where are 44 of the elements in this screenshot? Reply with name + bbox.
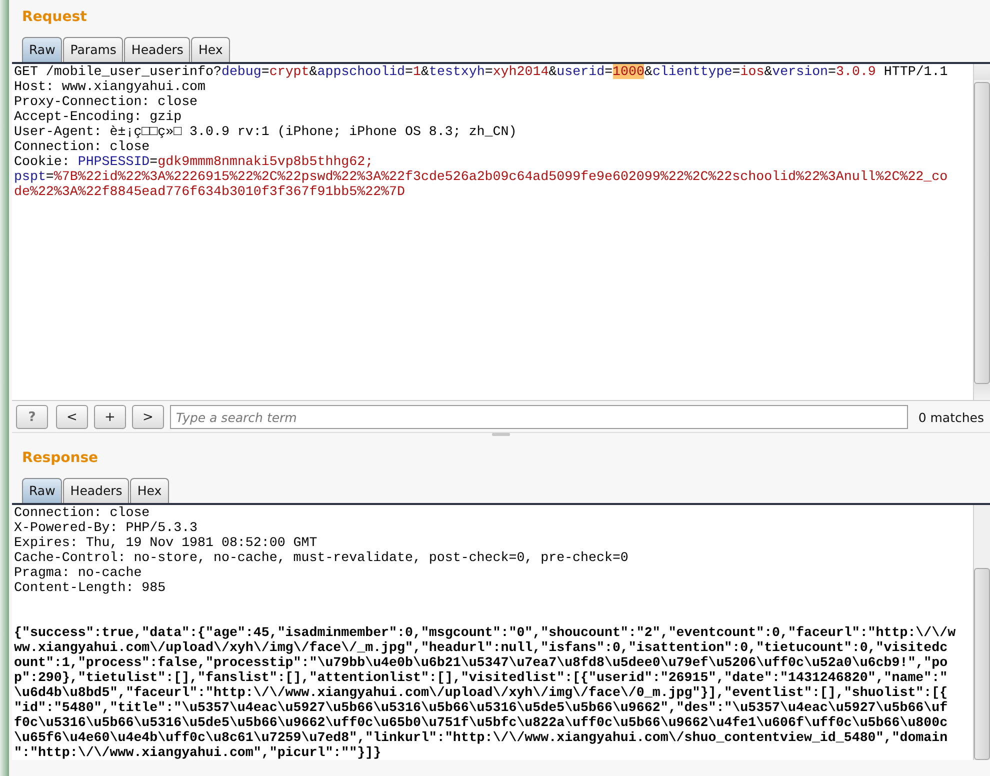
scrollbar[interactable] (973, 505, 990, 760)
response-editor[interactable] (12, 503, 990, 760)
code-line: GET /mobile_user_userinfo?debug=crypt&appschoolid=1&testxyh=xyh2014&userid=1000&clienttype=ios&version=3.0.9 HTTP/1.1 (14, 64, 949, 79)
json-line: ount":1,"process":false,"processtip":"\u79bb\u4e0b\u6b21\u5347\u7ea7\u8fd8\u5dee0\u79ef\u5206\uff0c\u52a0\u6cb9!","po (14, 655, 949, 670)
tab[interactable]: Raw (22, 37, 62, 62)
code-line: Connection: close (14, 139, 151, 154)
scrollbar[interactable] (973, 64, 990, 400)
json-line: \u65f6\u4e60\u4e4b\uff0c\u8c61\u7259\u7ed8","linkurl":"http:\/\/www.xiangyahui.com\/shuo_contentview_id_5480","domain (14, 730, 949, 745)
previous-button[interactable]: < (56, 405, 88, 429)
search-field[interactable]: Type a search term (170, 405, 908, 429)
json-line: {"success":true,"data":{"age":45,"isadminmember":0,"msgcount":"0","shoucount":"2","eventcount":0,"faceurl":"http:\/\/w (14, 625, 957, 640)
tab[interactable]: Headers (63, 478, 130, 503)
code-line: Host: www.xiangyahui.com (14, 79, 207, 94)
next-button[interactable]: > (132, 405, 164, 429)
section-title: Response (21, 449, 100, 468)
tab[interactable]: Params (63, 37, 124, 62)
header-line: Content-Length: 985 (14, 580, 167, 595)
tab[interactable]: Hex (130, 478, 169, 503)
splitter-handle[interactable] (492, 433, 510, 436)
tab[interactable]: Headers (124, 37, 190, 62)
header-line: Cache-Control: no-store, no-cache, must-revalidate, post-check=0, pre-check=0 (14, 550, 630, 565)
match-count: 0 matches (917, 410, 985, 424)
tab[interactable]: Hex (191, 37, 230, 62)
json-line: ww.xiangyahui.com\/upload\/xyh\/img\/face\/_m.jpg","headurl":null,"isfans":0,"isattention":0,"tietucount":0,"visitedc (14, 640, 949, 655)
tab[interactable]: Raw (22, 478, 62, 503)
help-button[interactable]: ? (16, 405, 48, 429)
header-line: Pragma: no-cache (14, 565, 143, 580)
request-editor[interactable] (12, 62, 990, 400)
code-line: Accept-Encoding: gzip (14, 109, 183, 124)
code-line: Cookie: PHPSESSID=gdk9mmm8nmnaki5vp8b5thhg62; (14, 154, 374, 169)
header-line: Expires: Thu, 19 Nov 1981 08:52:00 GMT (14, 535, 318, 550)
json-line: p":290},"tietulist":[],"fanslist":[],"attentionlist":[],"visitedlist":[{"userid":"26915","date":"1431246820","name":" (14, 670, 949, 685)
code-line: User-Agent: è±¡ç□□ç»□ 3.0.9 rv:1 (iPhone; iPhone OS 8.3; zh_CN) (14, 124, 518, 139)
code-line: de%22%3A%22f8845ead776f634b3010f3f367f91bb5%22%7D (14, 184, 406, 199)
json-line: \u6d4b\u8bd5","faceurl":"http:\/\/www.xiangyahui.com\/upload\/xyh\/img\/face\/0_m.jpg"}],"eventlist":[],"shuolist":[{ (14, 685, 949, 700)
json-line: "id":"5480","title":"\u5357\u4eac\u5927\u5b66\u5316\u5b66\u5316\u5de5\u5b66\u9662","des":"\u5357\u4eac\u5927\u5b66\uf (14, 700, 949, 715)
header-line: Connection: close (14, 505, 151, 520)
json-line: ":"http:\/\/www.xiangyahui.com","picurl":""}]} (14, 745, 382, 760)
section-title: Request (21, 8, 88, 27)
json-line: f0c\u5316\u5b66\u5316\u5de5\u5b66\u9662\uff0c\u65b0\u751f\u5bfc\u822a\uff0c\u5b66\u9662\u4fe1\u606f\uff0c\u5b66\u800c (14, 715, 949, 730)
code-line: pspt=%7B%22id%22%3A%2226915%22%2C%22pswd%22%3A%22f3cde526a2b09c64ad5099fe9e602099%22%2C%22schoolid%22%3Anull%2C%22_co (14, 169, 949, 184)
add-button[interactable]: + (94, 405, 126, 429)
code-line: Proxy-Connection: close (14, 94, 199, 109)
header-line: X-Powered-By: PHP/5.3.3 (14, 520, 199, 535)
